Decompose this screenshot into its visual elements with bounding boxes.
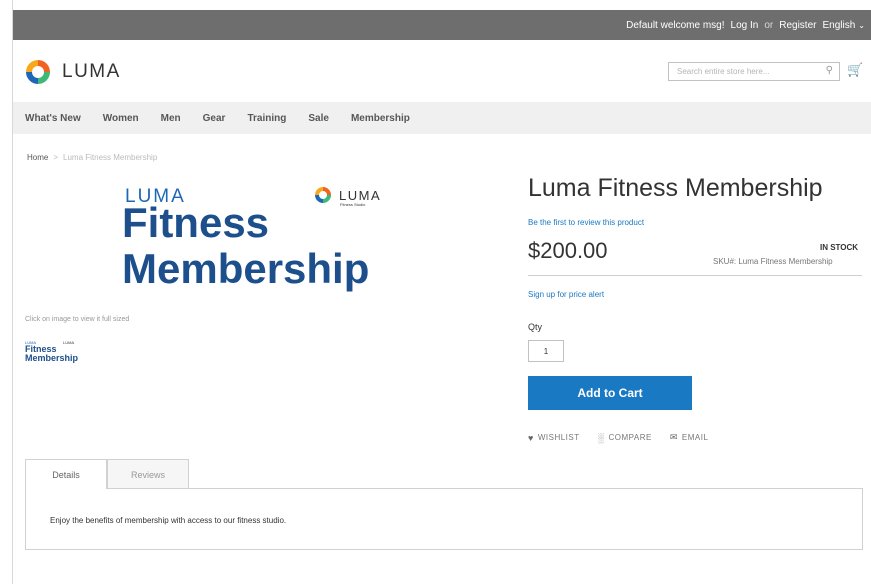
nav-item-training[interactable]: Training (247, 113, 286, 124)
top-panel: Default welcome msg! Log In or Register … (13, 10, 871, 40)
heart-icon: ♥ (528, 432, 534, 443)
qty-label: Qty (528, 322, 543, 332)
studio-logo-text: LUMA (339, 187, 382, 203)
zoom-hint: Click on image to view it full sized (25, 316, 130, 323)
product-price: $200.00 (528, 238, 608, 263)
review-link[interactable]: Be the first to review this product (528, 218, 644, 227)
product-title: Luma Fitness Membership (528, 174, 823, 202)
product-description: Enjoy the benefits of membership with ac… (50, 516, 287, 525)
qty-input[interactable] (528, 340, 564, 362)
search-icon[interactable]: ⚲ (826, 65, 833, 76)
site-header: LUMA Search entire store here... ⚲ 🛒 (13, 40, 871, 102)
email-label: EMAIL (681, 433, 709, 442)
logo-text: LUMA (62, 61, 121, 82)
email-link[interactable]: ✉ EMAIL (670, 432, 709, 443)
welcome-message: Default welcome msg! (626, 19, 725, 31)
envelope-icon: ✉ (669, 432, 678, 442)
chevron-down-icon: ⌄ (858, 20, 865, 30)
compare-link[interactable]: ░ COMPARE (598, 432, 652, 443)
product-actions: ♥ WISHLIST ░ COMPARE ✉ EMAIL (528, 432, 726, 443)
breadcrumb-current: Luma Fitness Membership (63, 153, 158, 162)
product-info-tabs: Details Reviews Enjoy the benefits of me… (25, 459, 863, 552)
nav-item-women[interactable]: Women (103, 113, 139, 124)
price-alert-link[interactable]: Sign up for price alert (528, 290, 604, 299)
breadcrumb-separator: > (53, 153, 59, 162)
luma-logo-icon (26, 60, 50, 84)
breadcrumb-home[interactable]: Home (27, 153, 48, 162)
product-sku: SKU#: Luma Fitness Membership (713, 257, 833, 266)
nav-item-membership[interactable]: Membership (351, 113, 410, 124)
search-input[interactable]: Search entire store here... ⚲ (668, 62, 840, 81)
or-text: or (764, 19, 774, 31)
tab-reviews[interactable]: Reviews (107, 459, 189, 489)
add-to-cart-button[interactable]: Add to Cart (528, 376, 692, 410)
sku-label: SKU#: (713, 257, 737, 266)
bar-chart-icon: ░ (597, 432, 605, 443)
main-navigation: What's New Women Men Gear Training Sale … (13, 102, 871, 134)
product-main-image[interactable]: LUMA Fitness Membership LUMA Fitness Stu… (120, 180, 410, 300)
tab-panel-details: Enjoy the benefits of membership with ac… (25, 488, 863, 550)
product-thumbnail[interactable]: LUMA Fitness Membership LUMA (25, 340, 85, 368)
login-link[interactable]: Log In (731, 20, 759, 31)
nav-item-sale[interactable]: Sale (308, 113, 329, 124)
window-top-edge (0, 0, 871, 10)
language-label: English (822, 19, 856, 31)
thumb-membership-text: Membership (25, 353, 79, 363)
sku-value: Luma Fitness Membership (738, 257, 833, 266)
compare-label: COMPARE (608, 433, 652, 442)
studio-logo-subtext: Fitness Studio (340, 202, 366, 207)
nav-item-whats-new[interactable]: What's New (25, 113, 81, 124)
stock-status: IN STOCK (820, 243, 859, 252)
image-fitness-text: Fitness (122, 199, 270, 246)
thumb-logo-text: LUMA (63, 340, 75, 345)
price-divider (528, 275, 862, 276)
nav-item-men[interactable]: Men (161, 113, 181, 124)
site-logo[interactable]: LUMA (23, 57, 121, 87)
language-switcher[interactable]: English ⌄ (822, 20, 865, 31)
cart-icon[interactable]: 🛒 (847, 62, 863, 78)
luma-logo-icon (315, 187, 331, 203)
window-left-edge (0, 0, 13, 584)
breadcrumb: Home > Luma Fitness Membership (27, 153, 157, 162)
register-link[interactable]: Register (779, 20, 816, 31)
wishlist-link[interactable]: ♥ WISHLIST (528, 432, 580, 443)
search-placeholder: Search entire store here... (677, 67, 770, 76)
nav-item-gear[interactable]: Gear (203, 113, 226, 124)
image-membership-text: Membership (122, 245, 370, 292)
tab-details[interactable]: Details (25, 459, 107, 489)
studio-logo: LUMA Fitness Studio (313, 185, 382, 207)
wishlist-label: WISHLIST (537, 433, 580, 442)
